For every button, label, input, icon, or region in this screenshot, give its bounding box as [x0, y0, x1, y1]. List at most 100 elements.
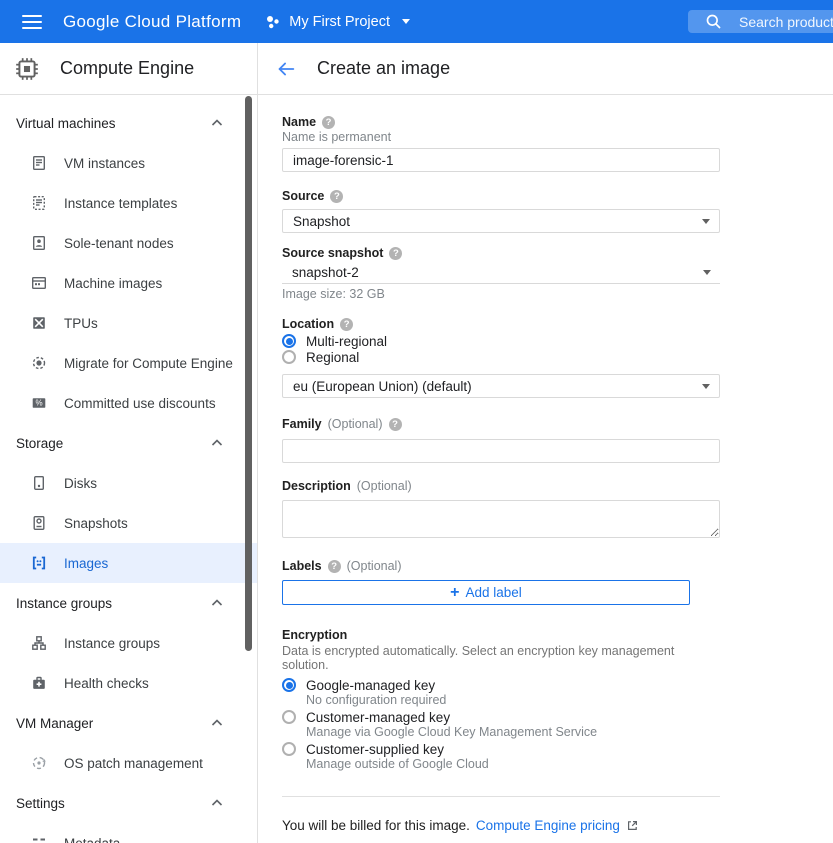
- back-arrow-icon[interactable]: [275, 58, 297, 80]
- billing-note: You will be billed for this image.: [282, 818, 470, 833]
- sidebar-item-label: Sole-tenant nodes: [64, 236, 174, 251]
- radio-unselected-icon[interactable]: [282, 350, 296, 364]
- description-label-row: Description (Optional): [282, 479, 720, 493]
- snapshots-icon: [30, 514, 48, 532]
- source-select[interactable]: Snapshot: [282, 209, 720, 233]
- instance-templates-icon: [30, 194, 48, 212]
- section-label: Storage: [16, 436, 63, 451]
- sidebar-item-label: Metadata: [64, 836, 120, 843]
- radio-label: Customer-managed key: [306, 710, 450, 725]
- sidebar-item-committed-use-discounts[interactable]: % Committed use discounts: [0, 383, 257, 423]
- sidebar-item-tpus[interactable]: TPUs: [0, 303, 257, 343]
- encryption-option-google-managed[interactable]: Google-managed key No configuration requ…: [282, 677, 720, 707]
- sidebar-nav: Virtual machines VM instances Insta: [0, 95, 258, 843]
- help-icon[interactable]: ?: [340, 318, 353, 331]
- sidebar-item-label: Committed use discounts: [64, 396, 216, 411]
- sidebar-section-instance-groups[interactable]: Instance groups: [0, 583, 257, 623]
- sidebar-item-images[interactable]: Images: [0, 543, 257, 583]
- radio-selected-icon[interactable]: [282, 334, 296, 348]
- sidebar-item-snapshots[interactable]: Snapshots: [0, 503, 257, 543]
- sidebar-item-health-checks[interactable]: Health checks: [0, 663, 257, 703]
- optional-tag: (Optional): [347, 559, 402, 573]
- machine-images-icon: [30, 274, 48, 292]
- sidebar-item-label: VM instances: [64, 156, 145, 171]
- radio-label: Google-managed key: [306, 678, 435, 693]
- source-snapshot-label: Source snapshot: [282, 246, 383, 260]
- optional-tag: (Optional): [328, 417, 383, 431]
- sidebar-section-storage[interactable]: Storage: [0, 423, 257, 463]
- brand-logo[interactable]: Google Cloud Platform: [63, 12, 241, 32]
- description-textarea[interactable]: [282, 500, 720, 538]
- location-option-multi-regional[interactable]: Multi-regional: [282, 333, 720, 349]
- os-patch-management-icon: [30, 754, 48, 772]
- image-size-hint: Image size: 32 GB: [282, 287, 720, 301]
- radio-unselected-icon[interactable]: [282, 710, 296, 724]
- sidebar-item-migrate-for-compute-engine[interactable]: Migrate for Compute Engine: [0, 343, 257, 383]
- encryption-description: Data is encrypted automatically. Select …: [282, 644, 720, 672]
- sidebar-item-os-patch-management[interactable]: OS patch management: [0, 743, 257, 783]
- sidebar-item-metadata[interactable]: Metadata: [0, 823, 257, 843]
- help-icon[interactable]: ?: [389, 418, 402, 431]
- radio-sublabel: Manage outside of Google Cloud: [306, 757, 720, 771]
- radio-label: Customer-supplied key: [306, 742, 444, 757]
- project-picker[interactable]: My First Project: [265, 14, 410, 30]
- header-row: Compute Engine Create an image: [0, 43, 833, 95]
- encryption-option-customer-managed[interactable]: Customer-managed key Manage via Google C…: [282, 709, 720, 739]
- location-label: Location: [282, 317, 334, 331]
- sidebar-scrollbar-thumb[interactable]: [245, 96, 252, 651]
- sidebar-item-disks[interactable]: Disks: [0, 463, 257, 503]
- source-snapshot-select[interactable]: snapshot-2: [282, 262, 720, 284]
- location-label-row: Location ?: [282, 317, 720, 331]
- optional-tag: (Optional): [357, 479, 412, 493]
- location-option-regional[interactable]: Regional: [282, 349, 720, 365]
- hamburger-menu-icon[interactable]: [22, 15, 42, 29]
- search-bar[interactable]: [688, 10, 833, 33]
- section-label: VM Manager: [16, 716, 93, 731]
- pricing-link[interactable]: Compute Engine pricing: [476, 818, 620, 833]
- source-value: Snapshot: [293, 214, 350, 229]
- sidebar-item-vm-instances[interactable]: VM instances: [0, 143, 257, 183]
- search-input[interactable]: [739, 14, 833, 30]
- dropdown-caret-icon: [702, 219, 710, 224]
- help-icon[interactable]: ?: [328, 560, 341, 573]
- source-snapshot-label-row: Source snapshot ?: [282, 246, 720, 260]
- encryption-option-customer-supplied[interactable]: Customer-supplied key Manage outside of …: [282, 741, 720, 771]
- radio-sublabel: No configuration required: [306, 693, 720, 707]
- sidebar-section-vm-manager[interactable]: VM Manager: [0, 703, 257, 743]
- sidebar-item-instance-groups[interactable]: Instance groups: [0, 623, 257, 663]
- sidebar-section-settings[interactable]: Settings: [0, 783, 257, 823]
- sidebar-item-label: OS patch management: [64, 756, 203, 771]
- project-name: My First Project: [289, 14, 390, 30]
- top-app-bar: Google Cloud Platform My First Project: [0, 0, 833, 43]
- health-checks-icon: [30, 674, 48, 692]
- sidebar-item-sole-tenant-nodes[interactable]: Sole-tenant nodes: [0, 223, 257, 263]
- sidebar-item-instance-templates[interactable]: Instance templates: [0, 183, 257, 223]
- family-label: Family: [282, 417, 322, 431]
- region-select[interactable]: eu (European Union) (default): [282, 374, 720, 398]
- source-snapshot-value: snapshot-2: [292, 265, 359, 280]
- radio-unselected-icon[interactable]: [282, 742, 296, 756]
- sidebar-section-virtual-machines[interactable]: Virtual machines: [0, 103, 257, 143]
- add-label-button[interactable]: + Add label: [282, 580, 690, 605]
- help-icon[interactable]: ?: [389, 247, 402, 260]
- chevron-up-icon: [211, 599, 223, 607]
- vm-instances-icon: [30, 154, 48, 172]
- product-title: Compute Engine: [60, 58, 194, 79]
- svg-text:%: %: [35, 399, 42, 408]
- tpus-icon: [30, 314, 48, 332]
- help-icon[interactable]: ?: [330, 190, 343, 203]
- encryption-label: Encryption: [282, 628, 720, 642]
- project-icon: [265, 14, 281, 30]
- help-icon[interactable]: ?: [322, 116, 335, 129]
- sidebar-item-label: Snapshots: [64, 516, 128, 531]
- page-header: Create an image: [258, 43, 450, 94]
- sidebar-item-machine-images[interactable]: Machine images: [0, 263, 257, 303]
- description-label: Description: [282, 479, 351, 493]
- family-input[interactable]: [282, 439, 720, 463]
- radio-selected-icon[interactable]: [282, 678, 296, 692]
- sidebar-item-label: TPUs: [64, 316, 98, 331]
- metadata-icon: [30, 834, 48, 843]
- labels-label-row: Labels ? (Optional): [282, 559, 720, 573]
- name-input[interactable]: [282, 148, 720, 172]
- name-hint: Name is permanent: [282, 130, 720, 144]
